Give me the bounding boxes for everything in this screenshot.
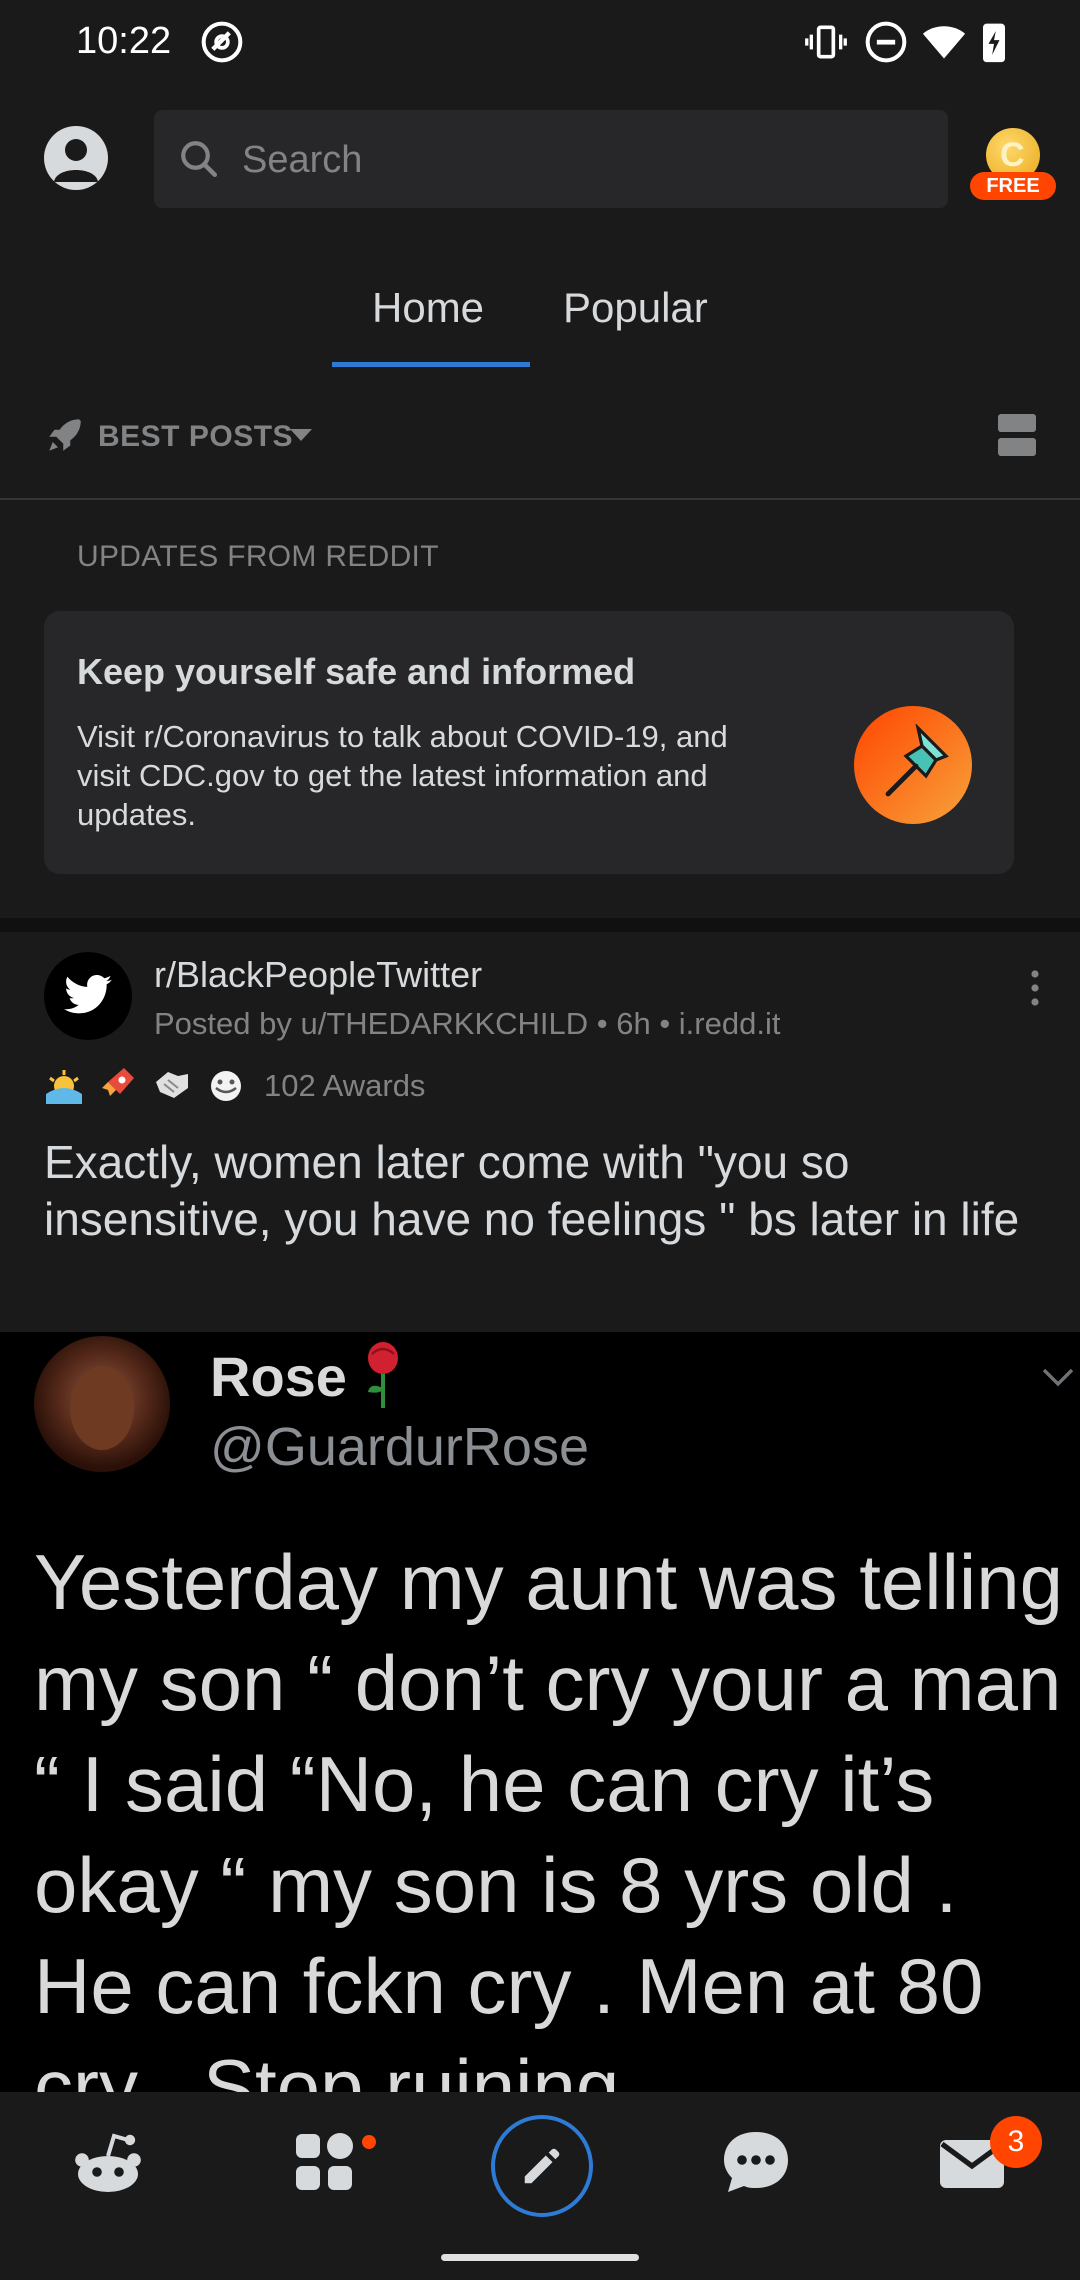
active-tab-indicator	[332, 362, 530, 367]
coin-letter: C	[1000, 136, 1025, 174]
avatar-person-icon	[54, 139, 98, 182]
sort-label: BEST POSTS	[98, 420, 294, 453]
handshake-award-icon	[156, 1072, 188, 1098]
status-time: 10:22	[76, 20, 172, 62]
rocket-icon	[49, 419, 81, 451]
communities-icon[interactable]	[284, 2122, 364, 2202]
search-icon	[181, 141, 218, 178]
subreddit-name[interactable]: r/BlackPeopleTwitter	[154, 954, 482, 996]
at-sign-icon	[201, 21, 243, 63]
tab-home[interactable]: Home	[372, 284, 484, 332]
rocket-award-icon	[102, 1068, 134, 1096]
rose-icon	[368, 1342, 398, 1408]
pencil-icon	[524, 2148, 560, 2184]
inbox-badge: 3	[990, 2116, 1042, 2168]
tweet-avatar-face	[70, 1366, 134, 1450]
chat-icon[interactable]	[716, 2122, 796, 2202]
section-separator	[0, 918, 1080, 932]
create-post-button[interactable]	[491, 2115, 593, 2217]
updates-heading: UPDATES FROM REDDIT	[77, 540, 439, 573]
update-title: Keep yourself safe and informed	[77, 651, 636, 692]
home-indicator[interactable]	[441, 2254, 639, 2261]
post-image[interactable]: Rose @GuardurRose Yesterday my aunt was …	[0, 1332, 1080, 2092]
twitter-bird-icon	[63, 974, 112, 1014]
tab-popular[interactable]: Popular	[563, 284, 708, 332]
search-bar[interactable]	[154, 110, 948, 210]
search-input[interactable]	[240, 110, 924, 210]
post-meta: Posted by u/THEDARKKCHILD • 6h • i.redd.…	[154, 1006, 781, 1041]
update-card[interactable]: Keep yourself safe and informed Visit r/…	[44, 611, 1014, 874]
vibrate-icon	[805, 25, 847, 59]
user-avatar[interactable]	[44, 126, 108, 190]
status-bar: 10:22	[0, 0, 1080, 88]
tweet-text: Yesterday my aunt was telling my son “ d…	[34, 1538, 1064, 2092]
tweet-handle: @GuardurRose	[210, 1417, 589, 1477]
wifi-icon	[922, 26, 966, 59]
more-options-icon[interactable]	[1020, 968, 1050, 1008]
chevron-down-icon	[1042, 1368, 1074, 1387]
chevron-down-icon	[290, 429, 312, 441]
post-title[interactable]: Exactly, women later come with "you so i…	[44, 1134, 1044, 1248]
free-badge: FREE	[970, 172, 1056, 200]
pushpin-icon	[885, 724, 949, 797]
home-snoo-icon[interactable]	[68, 2122, 148, 2202]
face-award-icon	[211, 1071, 241, 1101]
tweet-avatar	[34, 1336, 170, 1472]
awards-count: 102 Awards	[264, 1068, 426, 1103]
battery-icon	[983, 23, 1005, 63]
pin-badge	[854, 706, 972, 824]
tweet-author-name: Rose	[210, 1345, 347, 1408]
free-coins-button[interactable]: C FREE	[970, 128, 1056, 200]
notification-dot	[362, 2135, 376, 2149]
sunrise-award-icon	[46, 1070, 82, 1104]
update-body: Visit r/Coronavirus to talk about COVID-…	[77, 719, 728, 832]
do-not-disturb-icon	[865, 21, 907, 63]
subreddit-icon[interactable]	[44, 952, 132, 1040]
view-toggle-icon[interactable]	[996, 412, 1038, 458]
divider	[0, 498, 1080, 500]
